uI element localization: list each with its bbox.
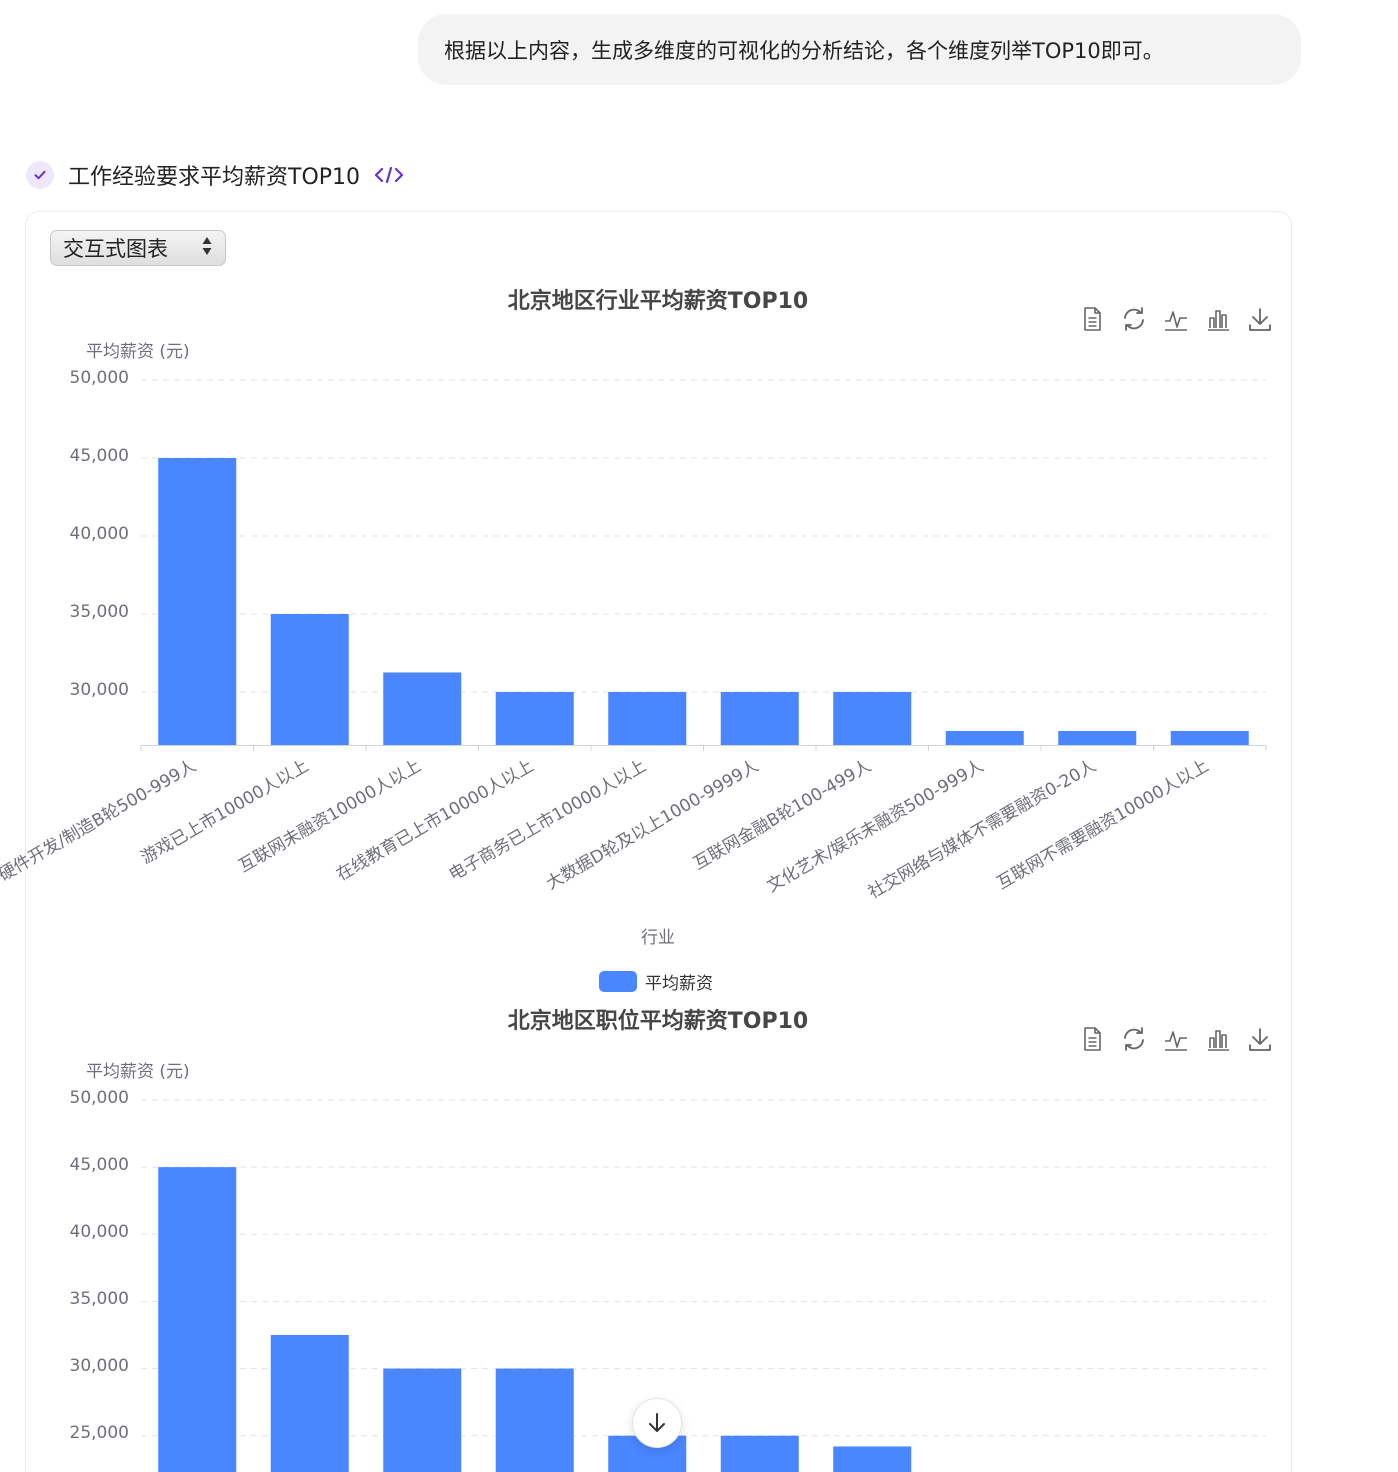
scroll-down-button[interactable] [632,1398,682,1448]
bar [383,1368,462,1472]
arrow-down-icon [649,1413,665,1432]
chart2-plot [141,1099,1266,1472]
bar [720,1435,799,1472]
bar [833,1446,912,1472]
bar [495,1368,574,1472]
bar [158,1167,237,1472]
bar [270,1335,349,1472]
